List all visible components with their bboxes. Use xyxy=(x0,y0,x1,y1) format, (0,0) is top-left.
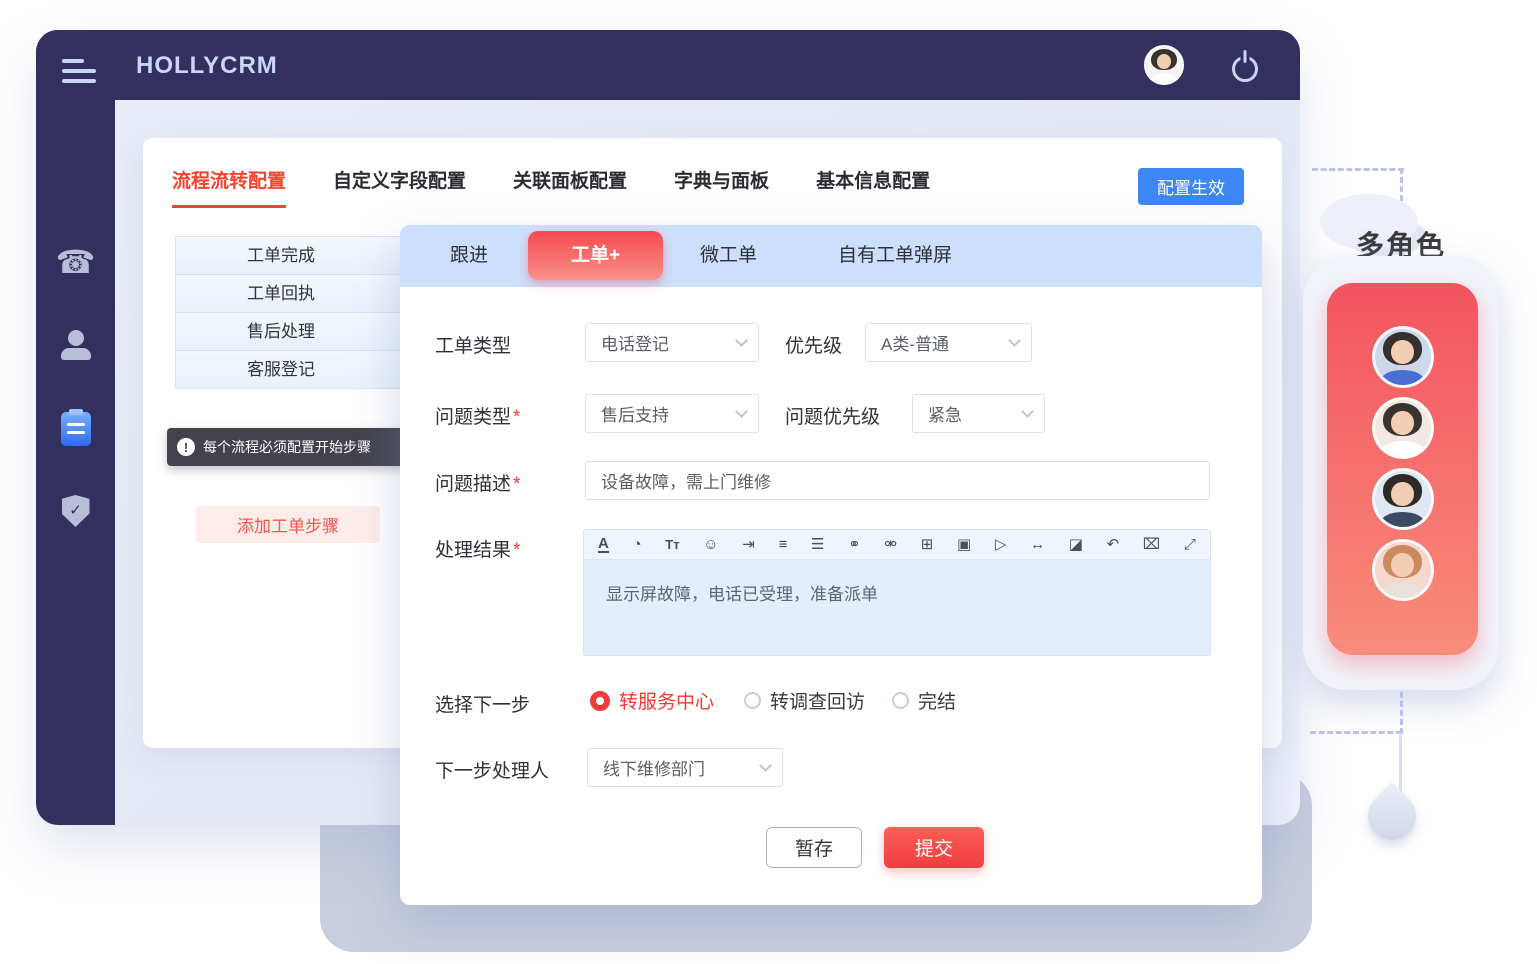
agent-avatar-2 xyxy=(1372,397,1434,459)
next-step-radio-group: 转服务中心 转调查回访 完结 xyxy=(590,687,956,714)
sidebar-item-security[interactable]: ✓ xyxy=(36,495,115,527)
radio-service-center[interactable] xyxy=(590,691,610,711)
next-step-label: 选择下一步 xyxy=(435,690,530,717)
problem-priority-label: 问题优先级 xyxy=(785,402,880,429)
water-drop-shape xyxy=(1358,782,1426,850)
tab-micro-workorder[interactable]: 微工单 xyxy=(700,225,757,287)
delete-icon[interactable]: ⌧ xyxy=(1143,537,1160,552)
brand-logo: HOLLYCRM xyxy=(136,52,278,80)
problem-desc-input[interactable]: 设备故障，需上门维修 xyxy=(585,461,1210,500)
workorder-type-label: 工单类型 xyxy=(435,331,511,358)
radio-finish-label[interactable]: 完结 xyxy=(918,687,956,714)
workorder-modal: 跟进 工单+ 微工单 自有工单弹屏 工单类型 电话登记 优先级 A类-普通 问题… xyxy=(400,225,1262,905)
font-size-icon[interactable]: Tт xyxy=(665,538,679,551)
dashed-connector-bottom xyxy=(1310,731,1402,734)
problem-type-select[interactable]: 售后支持 xyxy=(585,394,759,433)
color-palette-icon[interactable]: ◔ xyxy=(633,537,642,552)
horizontal-rule-icon[interactable]: ↔ xyxy=(1030,537,1045,552)
dashed-connector-vertical xyxy=(1400,168,1403,734)
agents-panel xyxy=(1327,283,1478,655)
radio-survey-callback-label[interactable]: 转调查回访 xyxy=(770,687,865,714)
result-editor-content[interactable]: 显示屏故障，电话已受理，准备派单 xyxy=(584,560,1210,655)
save-draft-button[interactable]: 暂存 xyxy=(766,827,862,868)
chevron-down-icon xyxy=(1021,405,1034,418)
modal-tab-bar: 跟进 工单+ 微工单 自有工单弹屏 xyxy=(400,225,1262,287)
priority-select[interactable]: A类-普通 xyxy=(865,323,1032,362)
chevron-down-icon xyxy=(759,759,772,772)
submit-button[interactable]: 提交 xyxy=(884,827,984,868)
menu-icon[interactable] xyxy=(62,59,96,85)
dashed-connector-top xyxy=(1312,168,1404,171)
agents-panel-glow xyxy=(1303,256,1499,690)
flow-tooltip: ! 每个流程必须配置开始步骤 xyxy=(167,428,427,466)
chevron-down-icon xyxy=(735,334,748,347)
result-label: 处理结果* xyxy=(435,535,520,562)
align-left-icon[interactable]: ≡ xyxy=(779,537,788,552)
tab-dictionary-panel[interactable]: 字典与面板 xyxy=(674,166,769,208)
indent-icon[interactable]: ⇥ xyxy=(742,537,755,552)
emoji-icon[interactable]: ☺ xyxy=(703,537,718,552)
logout-power-icon[interactable] xyxy=(1232,56,1258,82)
tab-own-workorder-popup[interactable]: 自有工单弹屏 xyxy=(838,225,952,287)
exclamation-icon: ! xyxy=(177,438,195,456)
apply-config-button[interactable]: 配置生效 xyxy=(1138,168,1244,205)
drop-stem-line xyxy=(1399,733,1402,795)
screen: 多角色 HOLLYCRM ☎ ✓ xyxy=(0,0,1537,964)
bullet-list-icon[interactable]: ☰ xyxy=(811,537,824,552)
tooltip-text: 每个流程必须配置开始步骤 xyxy=(203,437,371,457)
fullscreen-icon[interactable]: ⤢ xyxy=(1184,537,1196,552)
sidebar-item-calls[interactable]: ☎ xyxy=(36,245,115,279)
editor-toolbar: A ◔ Tт ☺ ⇥ ≡ ☰ ⚭ ⚮ ⊞ ▣ ▷ ↔ ◪ ↶ ⌧ ⤢ xyxy=(584,530,1210,560)
radio-survey-callback[interactable] xyxy=(744,692,761,709)
tab-custom-fields[interactable]: 自定义字段配置 xyxy=(333,166,466,208)
sidebar-item-workorders[interactable] xyxy=(36,412,115,446)
add-step-button[interactable]: 添加工单步骤 xyxy=(196,506,380,543)
problem-desc-label: 问题描述* xyxy=(435,469,520,496)
undo-icon[interactable]: ↶ xyxy=(1107,537,1120,552)
rich-text-editor: A ◔ Tт ☺ ⇥ ≡ ☰ ⚭ ⚮ ⊞ ▣ ▷ ↔ ◪ ↶ ⌧ ⤢ 显示屏故障… xyxy=(583,529,1211,656)
priority-label: 优先级 xyxy=(785,331,842,358)
user-avatar[interactable] xyxy=(1144,45,1184,85)
next-handler-label: 下一步处理人 xyxy=(435,756,549,783)
insert-link-icon[interactable]: ⚭ xyxy=(848,537,861,552)
clipboard-icon xyxy=(61,412,91,446)
phone-icon: ☎ xyxy=(56,245,96,279)
insert-image-icon[interactable]: ▣ xyxy=(957,537,971,552)
radio-service-center-label[interactable]: 转服务中心 xyxy=(619,687,714,714)
eraser-icon[interactable]: ◪ xyxy=(1069,537,1083,552)
tab-workorder-plus[interactable]: 工单+ xyxy=(528,231,663,280)
config-tab-bar: 流程流转配置 自定义字段配置 关联面板配置 字典与面板 基本信息配置 xyxy=(172,166,930,208)
person-icon xyxy=(61,330,91,360)
radio-finish[interactable] xyxy=(892,692,909,709)
workorder-type-select[interactable]: 电话登记 xyxy=(585,323,759,362)
multi-role-label: 多角色 xyxy=(1356,224,1446,264)
insert-video-icon[interactable]: ▷ xyxy=(995,537,1007,552)
text-style-icon[interactable]: A xyxy=(598,536,609,553)
next-handler-select[interactable]: 线下维修部门 xyxy=(587,748,783,787)
problem-priority-select[interactable]: 紧急 xyxy=(912,394,1045,433)
shield-check-icon: ✓ xyxy=(62,495,90,527)
tab-follow-up[interactable]: 跟进 xyxy=(450,225,488,287)
tab-linked-panel[interactable]: 关联面板配置 xyxy=(513,166,627,208)
cloud-shape xyxy=(1320,194,1418,250)
problem-type-label: 问题类型* xyxy=(435,402,520,429)
agent-avatar-4 xyxy=(1372,539,1434,601)
tab-basic-info[interactable]: 基本信息配置 xyxy=(816,166,930,208)
remove-link-icon[interactable]: ⚮ xyxy=(884,537,897,552)
chevron-down-icon xyxy=(735,405,748,418)
agent-avatar-1 xyxy=(1372,326,1434,388)
agent-avatar-3 xyxy=(1372,468,1434,530)
sidebar-item-customers[interactable] xyxy=(36,330,115,360)
insert-table-icon[interactable]: ⊞ xyxy=(921,537,934,552)
chevron-down-icon xyxy=(1008,334,1021,347)
tab-flow-config[interactable]: 流程流转配置 xyxy=(172,166,286,208)
